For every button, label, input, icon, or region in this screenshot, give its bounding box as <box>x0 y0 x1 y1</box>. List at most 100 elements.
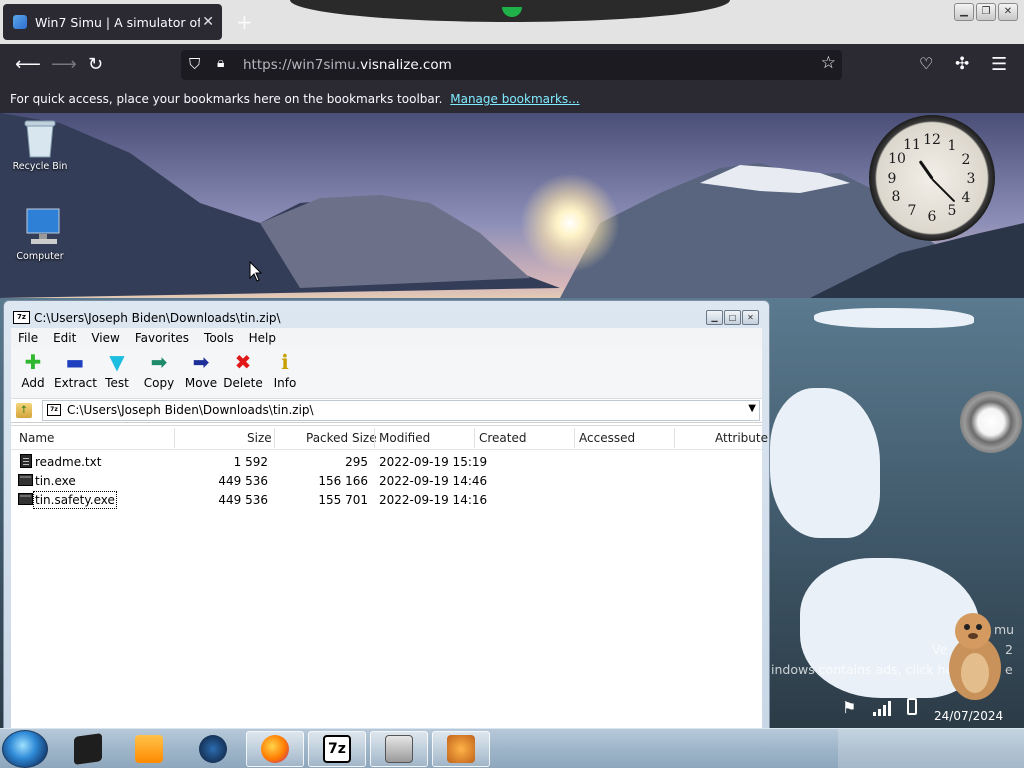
back-arrow-icon[interactable]: ⟵ <box>15 54 41 75</box>
close-button[interactable]: ✕ <box>742 310 759 325</box>
plus-icon: ✚ <box>24 350 42 374</box>
taskbar: 7z <box>0 728 1024 768</box>
assistive-touch-orb[interactable] <box>960 391 1022 453</box>
taskbar-squirrel-app[interactable] <box>432 731 490 767</box>
maximize-button[interactable]: □ <box>724 310 741 325</box>
browser-tab-active[interactable]: Win7 Simu | A simulator of Win ✕ <box>3 4 222 40</box>
restore-window-button[interactable]: ❐ <box>976 3 996 21</box>
7zip-titlebar[interactable]: 7z C:\Users\Joseph Biden\Downloads\tin.z… <box>4 301 769 331</box>
chevron-down-icon[interactable]: ▼ <box>748 403 756 414</box>
manage-bookmarks-link[interactable]: Manage bookmarks... <box>450 92 579 106</box>
tray-date[interactable]: 24/07/2024 <box>934 709 1003 723</box>
column-divider[interactable] <box>474 428 475 448</box>
column-size[interactable]: Size <box>247 431 272 445</box>
battery-icon[interactable] <box>907 698 917 715</box>
column-headers: Name Size Packed Size Modified Created A… <box>11 426 768 450</box>
reload-icon[interactable]: ↻ <box>88 54 103 75</box>
tracking-shield-icon[interactable]: ⛉ <box>189 55 200 73</box>
taskbar-app-box[interactable] <box>59 731 117 767</box>
file-list[interactable]: Name Size Packed Size Modified Created A… <box>11 425 768 731</box>
path-combobox[interactable]: 7z C:\Users\Joseph Biden\Downloads\tin.z… <box>42 400 760 421</box>
new-tab-button[interactable]: + <box>236 10 253 34</box>
address-bar: ↑ 7z C:\Users\Joseph Biden\Downloads\tin… <box>11 399 762 423</box>
forward-arrow-icon[interactable]: ⟶ <box>51 54 77 75</box>
padlock-icon[interactable]: 🔒︎ <box>217 55 224 71</box>
clock-numeral: 5 <box>947 203 957 219</box>
table-row[interactable]: tin.safety.exe 449 536 155 701 2022-09-1… <box>11 490 762 509</box>
folder-up-icon[interactable]: ↑ <box>16 403 32 418</box>
column-name[interactable]: Name <box>19 431 54 445</box>
network-signal-icon[interactable] <box>872 700 892 716</box>
action-center-flag-icon[interactable]: ⚑ <box>842 698 856 717</box>
start-button[interactable] <box>2 730 48 768</box>
toolbar: ✚ Add ▬ Extract ▼ Test ➡ Copy ➡ Move ✖ D… <box>11 348 762 399</box>
delete-button[interactable]: ✖ Delete <box>222 348 264 398</box>
test-label: Test <box>105 376 129 390</box>
close-window-button[interactable]: ✕ <box>998 3 1018 21</box>
menu-favorites[interactable]: Favorites <box>128 328 197 348</box>
gopher-mascot-icon[interactable] <box>940 603 1010 703</box>
menu-help[interactable]: Help <box>242 328 284 348</box>
test-button[interactable]: ▼ Test <box>96 348 138 398</box>
column-modified[interactable]: Modified <box>379 431 430 445</box>
clock-gadget[interactable]: 12 1 2 3 4 5 6 7 8 9 10 11 <box>869 115 995 241</box>
table-row[interactable]: tin.exe 449 536 156 166 2022-09-19 14:46 <box>11 471 762 490</box>
extensions-icon[interactable]: ✣ <box>955 54 969 74</box>
menu-tools[interactable]: Tools <box>197 328 242 348</box>
menu-edit[interactable]: Edit <box>46 328 84 348</box>
column-accessed[interactable]: Accessed <box>579 431 635 445</box>
add-button[interactable]: ✚ Add <box>12 348 54 398</box>
menu-bar: File Edit View Favorites Tools Help <box>11 328 762 348</box>
menu-view[interactable]: View <box>84 328 127 348</box>
minimize-window-button[interactable]: ▁ <box>954 3 974 21</box>
taskbar-7zip[interactable]: 7z <box>308 731 366 767</box>
clock-numeral: 2 <box>961 152 971 168</box>
taskbar-disk-utility[interactable] <box>370 731 428 767</box>
taskbar-network-globe[interactable] <box>184 731 242 767</box>
ice-floe <box>770 388 880 538</box>
url-text[interactable]: https://win7simu.visnalize.com <box>243 57 452 73</box>
minimize-button[interactable]: ▁ <box>706 310 723 325</box>
executable-file-icon <box>18 493 33 505</box>
pocket-icon[interactable]: ♡ <box>919 54 933 73</box>
url-host: visnalize.com <box>360 57 452 73</box>
column-packed-size[interactable]: Packed Size <box>306 431 377 445</box>
copy-label: Copy <box>143 376 175 390</box>
column-divider[interactable] <box>174 428 175 448</box>
computer-desktop-icon[interactable]: Computer <box>5 207 75 262</box>
recycle-bin-desktop-icon[interactable]: Recycle Bin <box>5 117 75 172</box>
column-created[interactable]: Created <box>479 431 527 445</box>
menu-hamburger-icon[interactable]: ☰ <box>991 54 1007 75</box>
move-label: Move <box>184 376 218 390</box>
computer-icon <box>21 207 60 247</box>
move-button[interactable]: ➡ Move <box>180 348 222 398</box>
column-divider[interactable] <box>274 428 275 448</box>
column-attributes[interactable]: Attribute <box>715 431 768 445</box>
extract-label: Extract <box>54 376 97 390</box>
executable-file-icon <box>18 474 33 486</box>
taskbar-firefox[interactable] <box>246 731 304 767</box>
minus-icon: ▬ <box>65 350 85 374</box>
info-button[interactable]: ℹ Info <box>264 348 306 398</box>
table-row[interactable]: readme.txt 1 592 295 2022-09-19 15:19 <box>11 452 762 471</box>
tray-region <box>838 729 1024 768</box>
taskbar-media-player[interactable] <box>120 731 178 767</box>
copy-button[interactable]: ➡ Copy <box>138 348 180 398</box>
copy-arrow-icon: ➡ <box>150 350 168 374</box>
menu-file[interactable]: File <box>11 328 46 348</box>
text-file-icon <box>20 454 32 468</box>
close-tab-icon[interactable]: ✕ <box>202 14 214 30</box>
column-divider[interactable] <box>674 428 675 448</box>
bookmarks-toolbar: For quick access, place your bookmarks h… <box>0 86 1024 113</box>
column-divider[interactable] <box>374 428 375 448</box>
extract-button[interactable]: ▬ Extract <box>54 348 97 398</box>
win7-favicon-icon <box>13 15 27 29</box>
column-divider[interactable] <box>574 428 575 448</box>
clock-numeral: 11 <box>903 137 921 153</box>
7zip-window-controls: ▁ □ ✕ <box>706 310 759 325</box>
url-bar[interactable]: ⛉ 🔒︎ https://win7simu.visnalize.com ☆ <box>181 50 842 80</box>
clock-numeral: 6 <box>927 209 937 225</box>
bookmark-star-icon[interactable]: ☆ <box>821 53 836 73</box>
7zip-file-manager-window[interactable]: 7z C:\Users\Joseph Biden\Downloads\tin.z… <box>3 300 770 731</box>
mouse-cursor-icon <box>249 261 263 282</box>
